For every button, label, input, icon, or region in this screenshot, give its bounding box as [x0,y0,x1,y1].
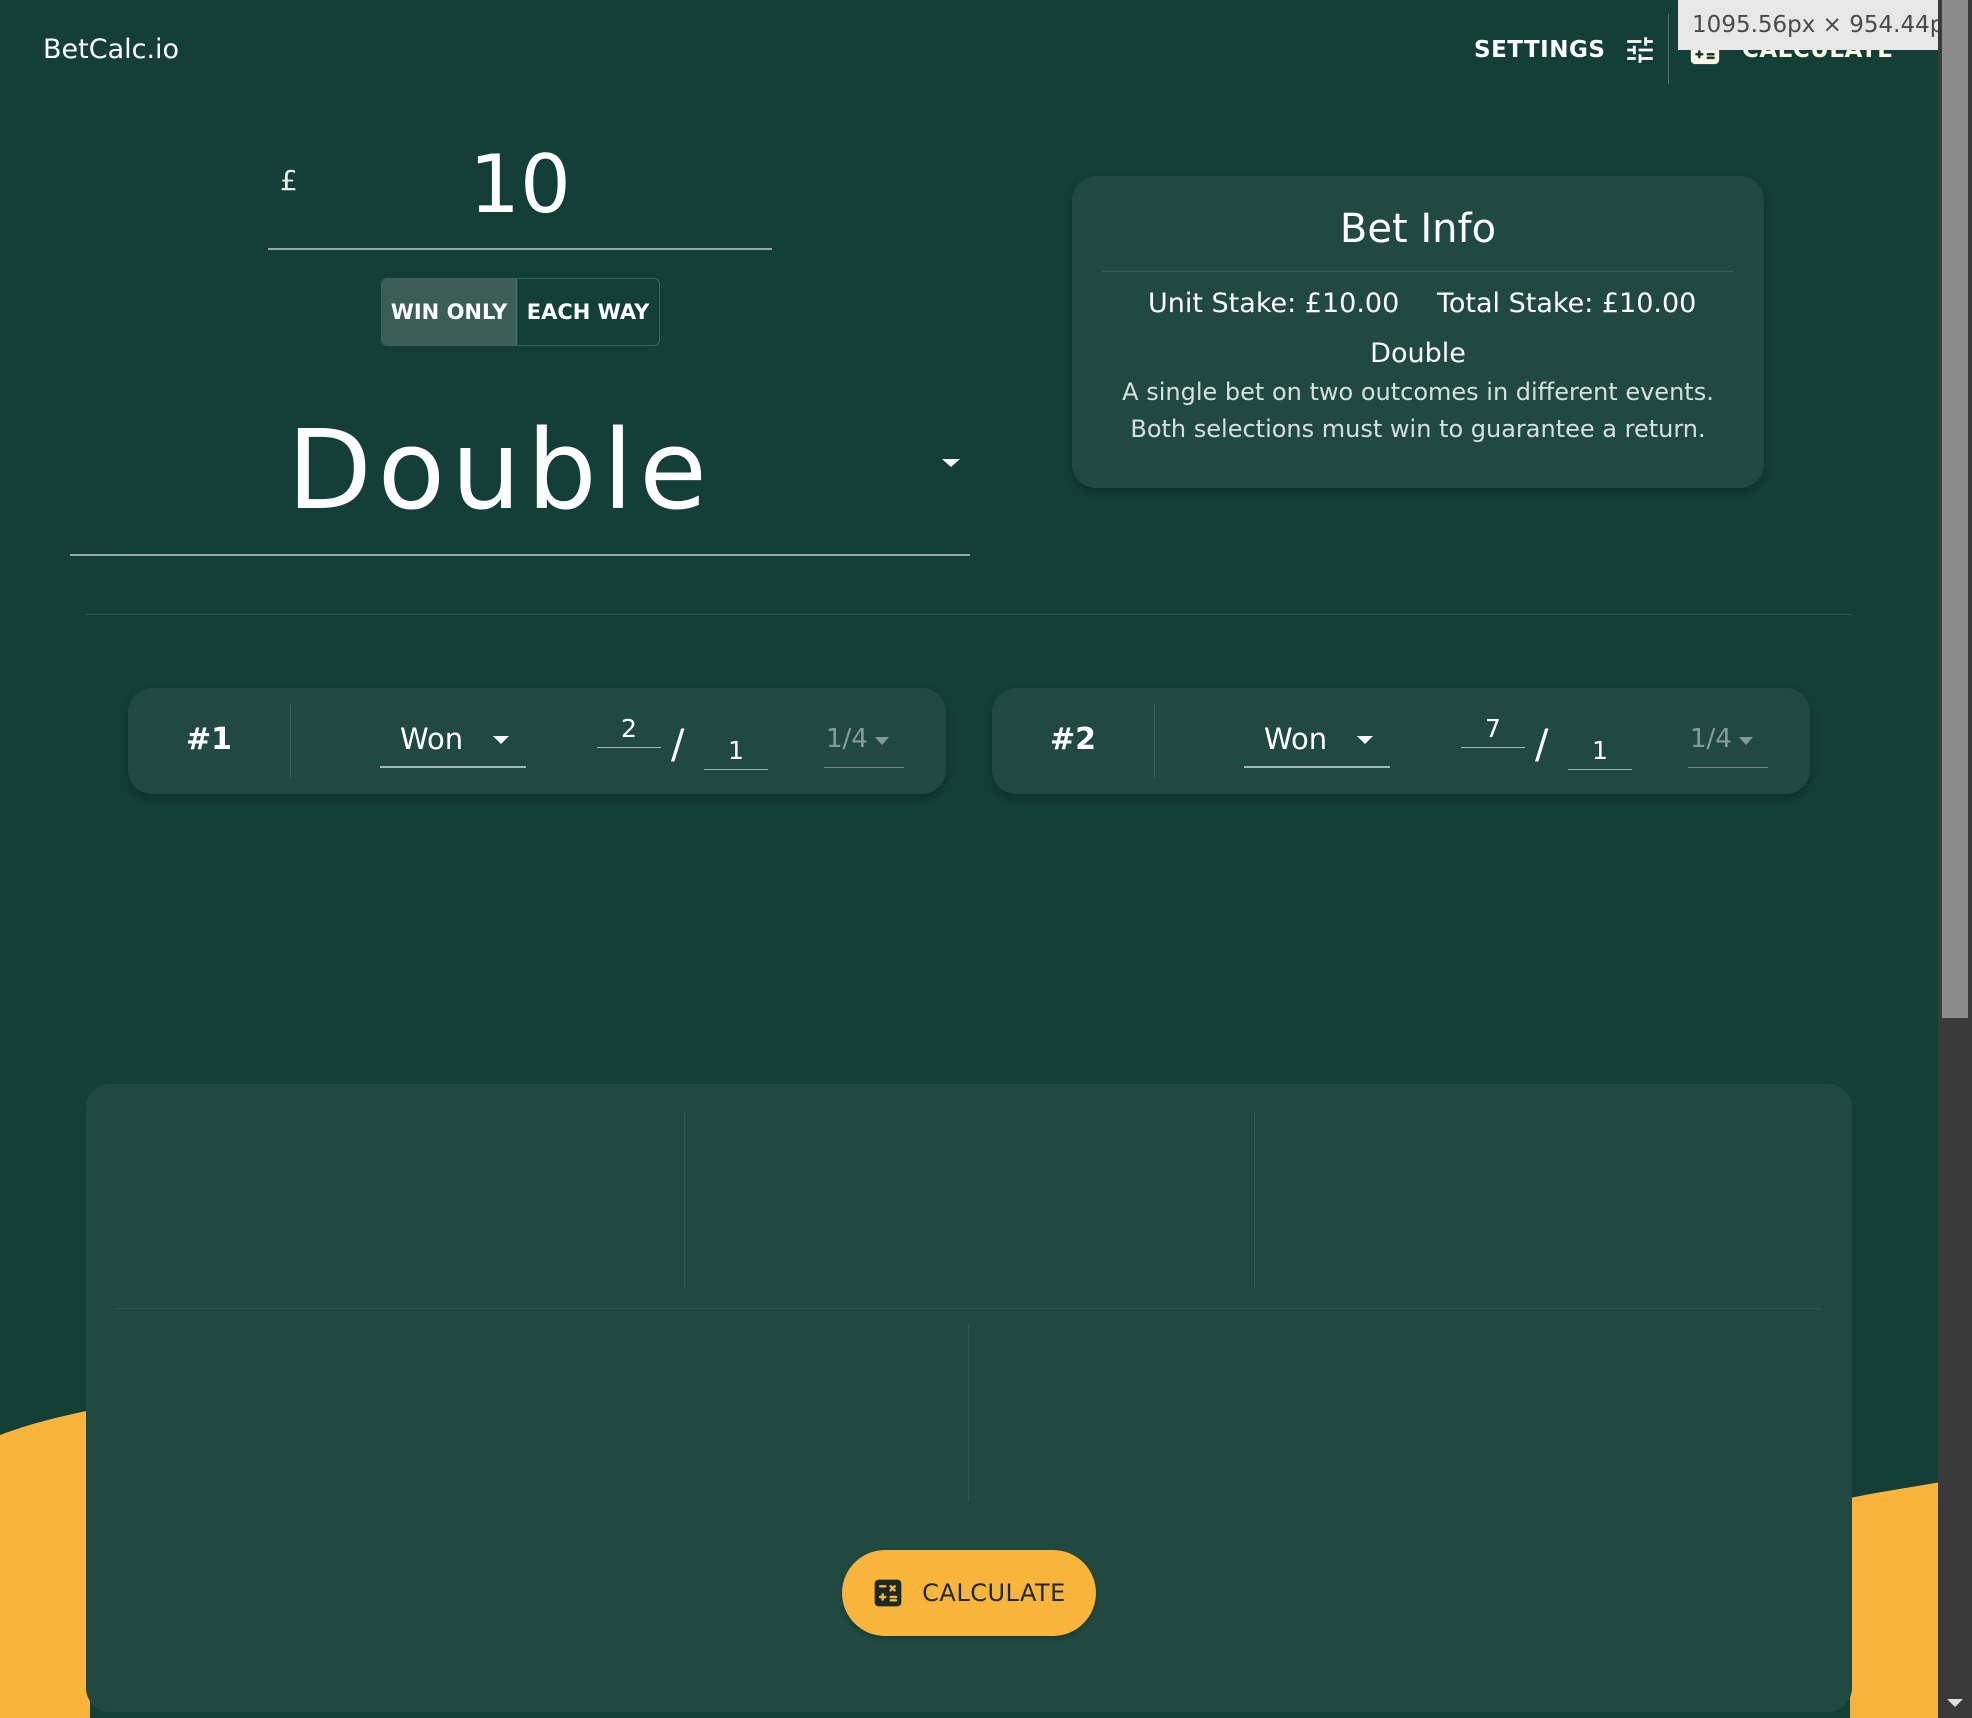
result-select[interactable]: Won [1244,716,1390,768]
calculate-button[interactable]: CALCULATE [842,1550,1096,1636]
result-select[interactable]: Won [380,716,526,768]
sliders-icon [1627,37,1654,63]
result-value: Won [400,722,464,756]
bet-type-select[interactable]: Double [70,390,970,556]
section-divider [86,614,1852,615]
odds-slash: / [671,722,685,768]
bet-info-divider [1102,271,1734,272]
brand-logo[interactable]: BetCalc.io [43,34,179,65]
win-only-toggle[interactable]: WIN ONLY [382,279,518,345]
chevron-down-icon [942,459,960,467]
bet-info-card: Bet Info Unit Stake: £10.00 Total Stake:… [1072,176,1764,488]
selection-divider [290,704,291,778]
chevron-down-icon [1739,737,1753,745]
selection-divider [1154,704,1155,778]
chevron-down-icon [1357,736,1373,744]
bet-mode-toggle: WIN ONLY EACH WAY [381,278,660,346]
chevron-down-icon [875,737,889,745]
scrollbar-thumb[interactable] [1942,0,1968,1018]
selection-number: #2 [1050,722,1097,757]
results-divider [116,1308,1822,1309]
stake-input[interactable] [268,120,772,250]
settings-label: SETTINGS [1474,37,1606,63]
odds-numerator-input[interactable] [597,710,661,748]
each-way-terms-value: 1/4 [1690,724,1732,754]
scrollbar[interactable] [1938,0,1972,1718]
each-way-terms-select[interactable]: 1/4 [824,716,904,768]
results-divider [1254,1112,1255,1288]
results-divider [968,1324,969,1502]
result-value: Won [1264,722,1328,756]
bet-info-name: Double [1370,338,1466,369]
calculate-label: CALCULATE [922,1579,1066,1607]
header-divider [1668,14,1669,84]
selection-number: #1 [186,722,233,757]
results-panel: CALCULATE [86,1084,1852,1712]
each-way-terms-value: 1/4 [826,724,868,754]
odds-denominator-input[interactable] [1568,732,1632,770]
total-stake: Total Stake: £10.00 [1437,288,1697,319]
bet-type-value: Double [287,406,713,534]
scroll-down-arrow-icon[interactable] [1944,1694,1966,1712]
bet-info-description-line: Both selections must win to guarantee a … [1130,415,1706,443]
chevron-down-icon [493,736,509,744]
selection-card: #1 Won / 1/4 [128,688,946,794]
dimension-tooltip: 1095.56px × 954.44px [1678,0,1972,50]
calculator-icon [874,1579,902,1607]
bet-info-description: A single bet on two outcomes in differen… [1072,374,1764,448]
odds-denominator-input[interactable] [704,732,768,770]
each-way-toggle[interactable]: EACH WAY [517,279,659,345]
unit-stake: Unit Stake: £10.00 [1148,288,1400,319]
bet-info-title: Bet Info [1339,206,1497,252]
odds-slash: / [1535,722,1549,768]
results-divider [684,1112,685,1288]
each-way-terms-select[interactable]: 1/4 [1688,716,1768,768]
odds-numerator-input[interactable] [1461,710,1525,748]
selection-card: #2 Won / 1/4 [992,688,1810,794]
settings-button[interactable]: SETTINGS [1474,30,1657,70]
bet-info-description-line: A single bet on two outcomes in differen… [1122,378,1714,406]
